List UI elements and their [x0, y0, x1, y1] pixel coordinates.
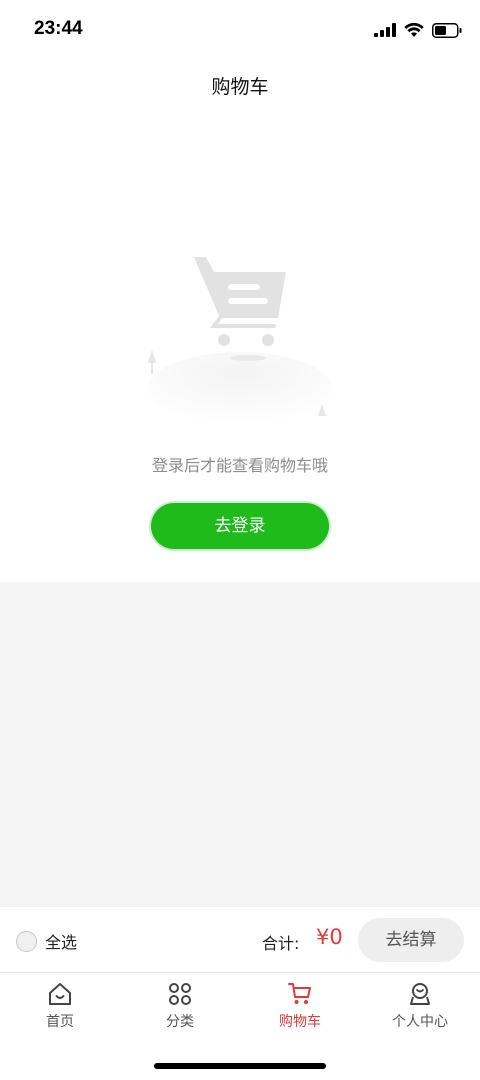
select-all-label: 全选 — [45, 933, 78, 952]
tab-cart-label: 购物车 — [279, 1014, 321, 1030]
tab-category[interactable]: 分类 — [120, 981, 240, 1041]
profile-icon — [410, 983, 430, 1005]
status-time: 23:44 — [34, 18, 83, 39]
checkout-button[interactable]: 去结算 — [358, 918, 464, 962]
signal-icon — [374, 23, 396, 37]
tab-profile[interactable]: 个人中心 — [360, 981, 480, 1041]
tab-cart[interactable]: 购物车 — [240, 981, 360, 1041]
home-icon — [49, 983, 71, 1005]
status-icons — [374, 20, 462, 40]
checkout-bar: 全选 合计: ¥0 去结算 — [0, 906, 480, 972]
status-bar: 23:44 — [0, 0, 480, 62]
tab-profile-label: 个人中心 — [392, 1014, 448, 1030]
tab-home[interactable]: 首页 — [0, 981, 120, 1041]
empty-cart-panel: 登录后才能查看购物车哦 去登录 — [0, 108, 480, 582]
category-icon — [169, 983, 191, 1005]
tab-home-label: 首页 — [46, 1014, 74, 1030]
page-title: 购物车 — [211, 76, 269, 98]
total-label: 合计: — [262, 934, 300, 953]
empty-cart-illustration — [148, 257, 332, 424]
tab-category-label: 分类 — [166, 1014, 194, 1030]
login-button[interactable]: 去登录 — [151, 503, 329, 549]
home-indicator — [154, 1063, 326, 1069]
wifi-icon — [404, 22, 424, 37]
nav-bar: 购物车 — [0, 62, 480, 108]
select-all-checkbox[interactable]: 全选 — [16, 929, 77, 953]
total-amount: ¥0 — [316, 925, 343, 949]
empty-cart-message: 登录后才能查看购物车哦 — [151, 456, 328, 475]
battery-icon — [432, 22, 462, 38]
select-all-radio-icon[interactable] — [16, 930, 37, 952]
cart-icon — [288, 983, 311, 1004]
